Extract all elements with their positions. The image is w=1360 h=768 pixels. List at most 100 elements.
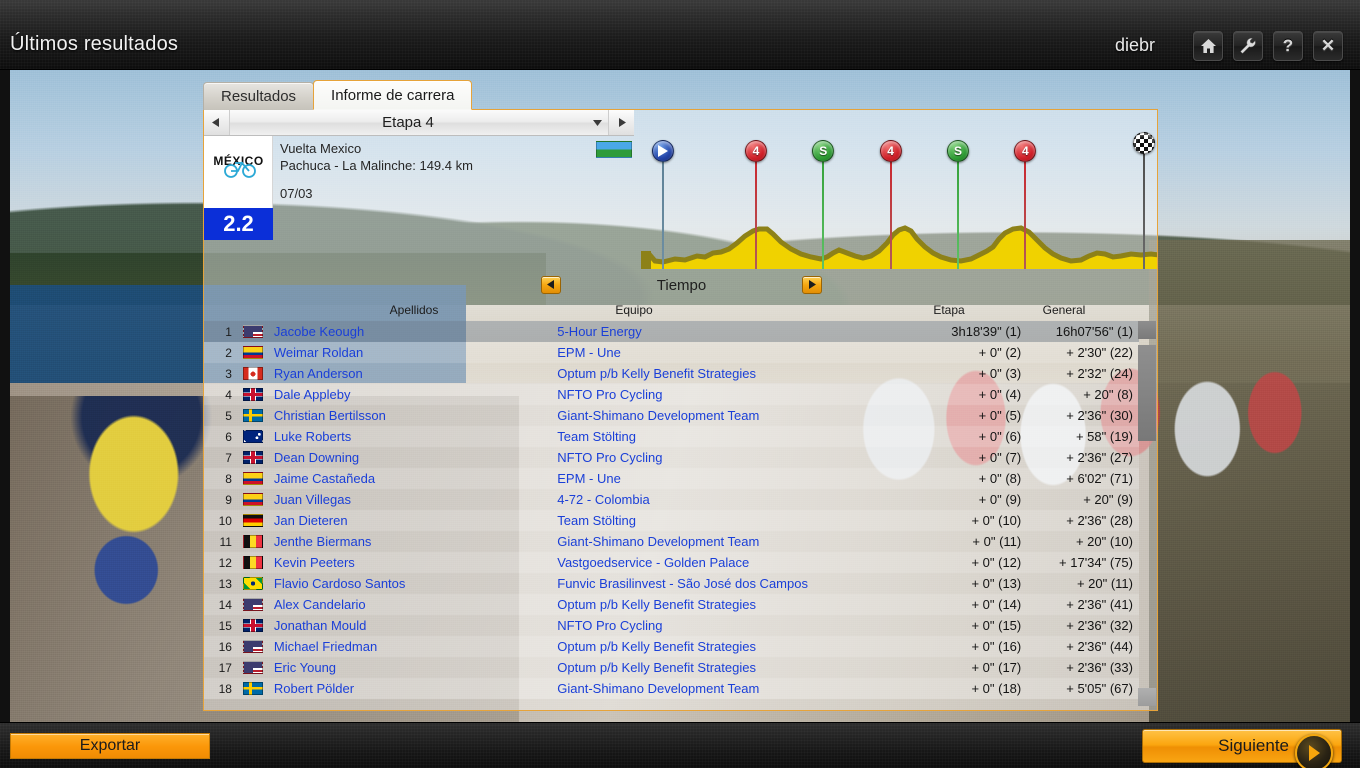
row-team-name[interactable]: Optum p/b Kelly Benefit Strategies [557, 366, 901, 381]
help-button[interactable]: ? [1273, 31, 1303, 61]
row-rider-name[interactable]: Jacobe Keough [268, 324, 557, 339]
profile-marker-finish[interactable] [1133, 132, 1156, 269]
table-row[interactable]: 1 Jacobe Keough 5-Hour Energy 3h18'39" (1) 1… [204, 321, 1139, 342]
flag-icon-br [242, 577, 263, 590]
row-rider-name[interactable]: Juan Villegas [268, 492, 557, 507]
row-rider-name[interactable]: Kevin Peeters [268, 555, 557, 570]
row-rider-name[interactable]: Dean Downing [268, 450, 557, 465]
table-row[interactable]: 16 Michael Friedman Optum p/b Kelly Benefi… [204, 636, 1139, 657]
scrollbar-thumb[interactable] [1138, 345, 1156, 441]
row-team-name[interactable]: EPM - Une [557, 345, 901, 360]
row-rider-name[interactable]: Luke Roberts [268, 429, 557, 444]
row-team-name[interactable]: Team Stölting [557, 429, 901, 444]
profile-marker-cat[interactable]: 4 [879, 140, 902, 269]
export-button[interactable]: Exportar [10, 733, 210, 759]
row-team-name[interactable]: Giant-Shimano Development Team [557, 408, 901, 423]
tab-resultados[interactable]: Resultados [203, 82, 315, 110]
profile-marker-sprint[interactable]: S [812, 140, 835, 269]
profile-marker-start[interactable] [651, 140, 674, 269]
time-prev-button[interactable] [540, 276, 561, 294]
stage-next-button[interactable] [608, 110, 634, 135]
stage-selector[interactable]: Etapa 4 [204, 110, 634, 136]
vertical-scrollbar[interactable] [1137, 321, 1157, 706]
row-rider-name[interactable]: Alex Candelario [268, 597, 557, 612]
close-icon: ✕ [1320, 36, 1336, 55]
row-team-name[interactable]: Optum p/b Kelly Benefit Strategies [557, 597, 901, 612]
row-rider-name[interactable]: Christian Bertilsson [268, 408, 557, 423]
row-rider-name[interactable]: Jaime Castañeda [268, 471, 557, 486]
row-general-time: + 20" (8) [1083, 387, 1133, 402]
row-stage-time: + 0" (2) [978, 345, 1022, 360]
row-rider-name[interactable]: Jonathan Mould [268, 618, 557, 633]
row-team-name[interactable]: Funvic Brasilinvest - São José dos Campo… [557, 576, 901, 591]
scroll-down-button[interactable] [1138, 688, 1156, 706]
row-stage-time: + 0" (14) [971, 597, 1022, 612]
table-row[interactable]: 11 Jenthe Biermans Giant-Shimano Developme… [204, 531, 1139, 552]
elevation-profile[interactable]: 4 S 4 S 4 [641, 110, 1157, 269]
next-button[interactable]: Siguiente [1142, 729, 1342, 768]
table-row[interactable]: 17 Eric Young Optum p/b Kelly Benefit Stra… [204, 657, 1139, 678]
row-stage-time: + 0" (9) [978, 492, 1022, 507]
tools-button[interactable] [1233, 31, 1263, 61]
row-rider-name[interactable]: Flavio Cardoso Santos [268, 576, 557, 591]
profile-marker-cat[interactable]: 4 [1014, 140, 1037, 269]
row-position: 9 [225, 492, 232, 507]
table-row[interactable]: 4 Dale Appleby NFTO Pro Cycling + 0" (4) + 2… [204, 384, 1139, 405]
row-team-name[interactable]: Team Stölting [557, 513, 901, 528]
table-row[interactable]: 7 Dean Downing NFTO Pro Cycling + 0" (7) + 2… [204, 447, 1139, 468]
time-next-button[interactable] [802, 276, 823, 294]
stage-dropdown-button[interactable] [586, 110, 608, 135]
table-row[interactable]: 2 Weimar Roldan EPM - Une + 0" (2) + 2'30" (… [204, 342, 1139, 363]
row-rider-name[interactable]: Ryan Anderson [268, 366, 557, 381]
table-row[interactable]: 8 Jaime Castañeda EPM - Une + 0" (8) + 6'02"… [204, 468, 1139, 489]
row-rider-name[interactable]: Robert Pölder [268, 681, 557, 696]
row-team-name[interactable]: Vastgoedservice - Golden Palace [557, 555, 901, 570]
row-rider-name[interactable]: Dale Appleby [268, 387, 557, 402]
table-row[interactable]: 5 Christian Bertilsson Giant-Shimano Devel… [204, 405, 1139, 426]
flag-icon-us [242, 640, 263, 653]
row-team-name[interactable]: NFTO Pro Cycling [557, 618, 901, 633]
row-team-name[interactable]: 4-72 - Colombia [557, 492, 901, 507]
row-stage-time: + 0" (15) [971, 618, 1022, 633]
row-rider-name[interactable]: Weimar Roldan [268, 345, 557, 360]
table-row[interactable]: 13 Flavio Cardoso Santos Funvic Brasilinve… [204, 573, 1139, 594]
profile-marker-cat[interactable]: 4 [744, 140, 767, 269]
profile-marker-sprint[interactable]: S [946, 140, 969, 269]
row-flag [238, 493, 268, 506]
flag-icon-ca [242, 367, 263, 380]
row-team-name[interactable]: Optum p/b Kelly Benefit Strategies [557, 660, 901, 675]
row-general-time: + 2'30" (22) [1066, 345, 1133, 360]
table-row[interactable]: 12 Kevin Peeters Vastgoedservice - Golden … [204, 552, 1139, 573]
table-row[interactable]: 9 Juan Villegas 4-72 - Colombia + 0" (9) + 2… [204, 489, 1139, 510]
row-position: 18 [218, 681, 232, 696]
table-row[interactable]: 14 Alex Candelario Optum p/b Kelly Benefit… [204, 594, 1139, 615]
table-row[interactable]: 10 Jan Dieteren Team Stölting + 0" (10) + 2'… [204, 510, 1139, 531]
row-rider-name[interactable]: Jenthe Biermans [268, 534, 557, 549]
row-rider-name[interactable]: Eric Young [268, 660, 557, 675]
row-team-name[interactable]: NFTO Pro Cycling [557, 450, 901, 465]
row-rider-name[interactable]: Michael Friedman [268, 639, 557, 654]
row-team-name[interactable]: Giant-Shimano Development Team [557, 681, 901, 696]
row-team-name[interactable]: Optum p/b Kelly Benefit Strategies [557, 639, 901, 654]
table-row[interactable]: 3 Ryan Anderson Optum p/b Kelly Benefit St… [204, 363, 1139, 384]
row-rider-name[interactable]: Jan Dieteren [268, 513, 557, 528]
row-stage-time: + 0" (11) [972, 534, 1022, 549]
row-team-name[interactable]: NFTO Pro Cycling [557, 387, 901, 402]
table-row[interactable]: 15 Jonathan Mould NFTO Pro Cycling + 0" (15… [204, 615, 1139, 636]
row-general-time: + 20" (11) [1076, 576, 1133, 591]
table-row[interactable]: 6 Luke Roberts Team Stölting + 0" (6) + 58" … [204, 426, 1139, 447]
row-general-time: + 2'36" (32) [1066, 618, 1133, 633]
row-flag [238, 682, 268, 695]
scroll-up-button[interactable] [1138, 321, 1156, 339]
results-table-body[interactable]: 1 Jacobe Keough 5-Hour Energy 3h18'39" (1) 1… [204, 321, 1157, 706]
marker-bulb-finish [1133, 132, 1156, 154]
row-team-name[interactable]: Giant-Shimano Development Team [557, 534, 901, 549]
close-button[interactable]: ✕ [1313, 31, 1343, 61]
home-button[interactable] [1193, 31, 1223, 61]
stage-prev-button[interactable] [204, 110, 230, 135]
tab-informe-de-carrera[interactable]: Informe de carrera [313, 80, 473, 110]
row-team-name[interactable]: 5-Hour Energy [557, 324, 901, 339]
row-position: 7 [225, 450, 232, 465]
row-team-name[interactable]: EPM - Une [557, 471, 901, 486]
table-row[interactable]: 18 Robert Pölder Giant-Shimano Development… [204, 678, 1139, 699]
